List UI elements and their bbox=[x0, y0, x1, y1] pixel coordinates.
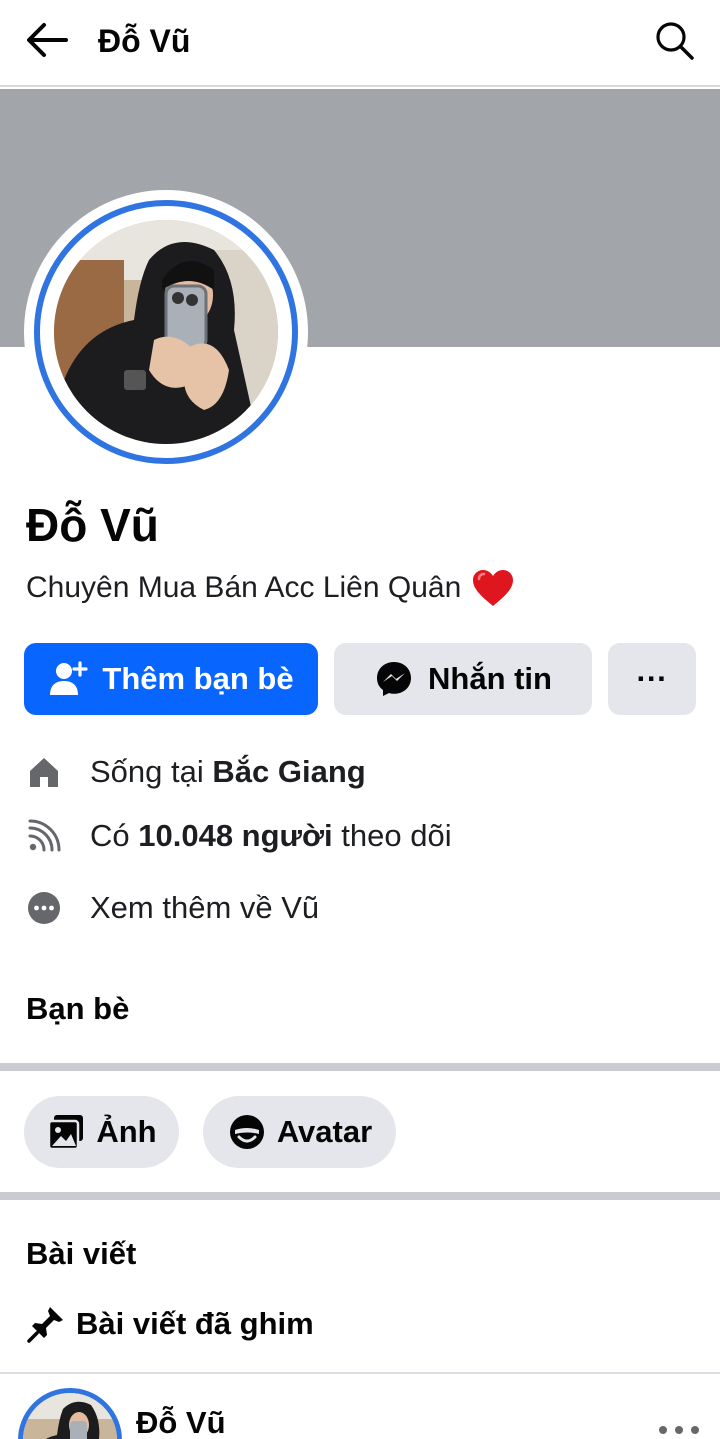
back-button[interactable] bbox=[22, 18, 72, 62]
more-dots-icon: ··· bbox=[636, 661, 668, 696]
profile-name: Đỗ Vũ bbox=[26, 499, 159, 551]
photos-icon bbox=[48, 1115, 84, 1151]
photos-chip[interactable]: Ảnh bbox=[24, 1096, 179, 1168]
more-options-button[interactable]: ··· bbox=[608, 643, 696, 715]
profile-picture[interactable] bbox=[24, 190, 308, 474]
lives-in-place: Bắc Giang bbox=[212, 754, 366, 789]
post-author-avatar[interactable] bbox=[18, 1388, 122, 1439]
section-divider bbox=[0, 1192, 720, 1200]
story-ring bbox=[34, 200, 298, 464]
arrow-left-icon bbox=[27, 23, 68, 57]
post-divider bbox=[0, 1372, 720, 1374]
pinned-posts-label: Bài viết đã ghim bbox=[76, 1306, 314, 1341]
search-button[interactable] bbox=[652, 18, 698, 64]
avatar-face-icon bbox=[229, 1115, 264, 1149]
add-friend-button[interactable]: Thêm bạn bè bbox=[24, 643, 318, 715]
see-more-about-label: Xem thêm về Vũ bbox=[90, 890, 320, 925]
followers-prefix: Có bbox=[90, 818, 139, 853]
friends-section-title[interactable]: Bạn bè bbox=[26, 990, 129, 1028]
lives-in-prefix: Sống tại bbox=[90, 754, 213, 789]
add-friend-label: Thêm bạn bè bbox=[102, 661, 294, 696]
pinned-posts-header: Bài viết đã ghim bbox=[26, 1304, 314, 1344]
search-icon bbox=[656, 22, 694, 60]
section-divider bbox=[0, 1063, 720, 1071]
see-more-about-row[interactable]: Xem thêm về Vũ bbox=[26, 888, 319, 928]
post-more-options-icon[interactable] bbox=[656, 1420, 702, 1439]
avatar-chip[interactable]: Avatar bbox=[203, 1096, 396, 1168]
rss-followers-icon bbox=[28, 819, 61, 852]
red-heart-icon bbox=[473, 570, 514, 606]
followers-suffix: theo dõi bbox=[332, 818, 452, 853]
page-title: Đỗ Vũ bbox=[98, 23, 191, 59]
followers-count: 10.048 người bbox=[138, 818, 333, 853]
posts-section-title: Bài viết bbox=[26, 1236, 137, 1271]
photos-label: Ảnh bbox=[96, 1114, 157, 1149]
profile-bio: Chuyên Mua Bán Acc Liên Quân bbox=[26, 568, 515, 608]
pin-icon bbox=[27, 1307, 63, 1343]
followers-row[interactable]: Có 10.048 người theo dõi bbox=[26, 816, 452, 856]
messenger-icon bbox=[377, 662, 411, 696]
add-friend-icon bbox=[50, 661, 88, 695]
profile-photo-image bbox=[54, 220, 278, 444]
message-button[interactable]: Nhắn tin bbox=[334, 643, 592, 715]
more-horizontal-icon bbox=[28, 892, 60, 924]
top-app-bar: Đỗ Vũ bbox=[0, 0, 720, 87]
message-label: Nhắn tin bbox=[428, 661, 552, 696]
bio-text: Chuyên Mua Bán Acc Liên Quân bbox=[26, 571, 462, 604]
lives-in-row: Sống tại Bắc Giang bbox=[26, 752, 366, 792]
avatar-label: Avatar bbox=[276, 1114, 373, 1149]
home-icon bbox=[30, 758, 58, 787]
post-author-name[interactable]: Đỗ Vũ bbox=[136, 1404, 226, 1439]
